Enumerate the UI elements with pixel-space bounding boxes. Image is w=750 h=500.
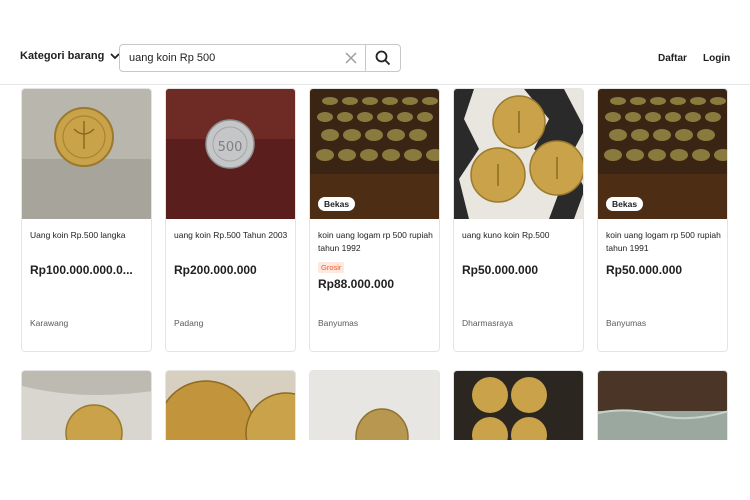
- listing-card[interactable]: Bekas koin uang logam rp 500 rupiah tahu…: [597, 88, 728, 352]
- svg-text:500: 500: [218, 140, 243, 155]
- listing-title[interactable]: koin uang logam rp 500 rupiah tahun 1992: [318, 229, 434, 255]
- listing-photo[interactable]: [454, 371, 583, 440]
- listing-location: Banyumas: [606, 318, 647, 328]
- listing-title[interactable]: uang kuno koin Rp.500: [462, 229, 578, 242]
- listing-price: Rp100.000.000.0...: [30, 263, 133, 277]
- listing-price: Rp88.000.000: [318, 277, 395, 291]
- close-icon[interactable]: [337, 45, 365, 71]
- search-icon[interactable]: [365, 45, 400, 71]
- listing-location: Padang: [174, 318, 204, 328]
- listing-photo[interactable]: [310, 371, 439, 440]
- condition-badge: Bekas: [606, 197, 644, 211]
- top-header: Kategori barang uang koin Rp 500 Daftar …: [0, 0, 750, 84]
- listing-photo[interactable]: [454, 89, 583, 219]
- listing-title[interactable]: Uang koin Rp.500 langka: [30, 229, 146, 242]
- search-bar: uang koin Rp 500: [119, 44, 401, 72]
- listing-title[interactable]: koin uang logam rp 500 rupiah tahun 1991: [606, 229, 722, 255]
- listing-card[interactable]: [453, 370, 584, 440]
- listing-card[interactable]: [165, 370, 296, 440]
- listing-photo[interactable]: [22, 371, 151, 440]
- listing-price: Rp50.000.000: [606, 263, 683, 277]
- listing-card[interactable]: Bekas koin uang logam rp 500 rupiah tahu…: [309, 88, 440, 352]
- listing-photo[interactable]: [166, 371, 295, 440]
- listing-card[interactable]: [309, 370, 440, 440]
- listing-price: Rp200.000.000: [174, 263, 257, 277]
- listing-card[interactable]: uang kuno koin Rp.500 Rp50.000.000 Dharm…: [453, 88, 584, 352]
- listing-title[interactable]: uang koin Rp.500 Tahun 2003: [174, 229, 290, 242]
- listing-location: Banyumas: [318, 318, 359, 328]
- category-dropdown[interactable]: Kategori barang: [20, 50, 120, 62]
- listing-price: Rp50.000.000: [462, 263, 539, 277]
- listing-card[interactable]: [597, 370, 728, 440]
- header-divider: [0, 84, 750, 85]
- login-link[interactable]: Login: [703, 53, 730, 64]
- listing-location: Karawang: [30, 318, 69, 328]
- search-input[interactable]: uang koin Rp 500: [120, 52, 337, 64]
- listing-location: Dharmasraya: [462, 318, 514, 328]
- listing-photo[interactable]: [22, 89, 151, 219]
- listing-card[interactable]: Uang koin Rp.500 langka Rp100.000.000.0.…: [21, 88, 152, 352]
- wholesale-tag: Grosir: [318, 262, 345, 273]
- listing-photo[interactable]: [598, 371, 727, 440]
- condition-badge: Bekas: [318, 197, 356, 211]
- listing-card[interactable]: 500 uang koin Rp.500 Tahun 2003 Rp200.00…: [165, 88, 296, 352]
- listing-card[interactable]: [21, 370, 152, 440]
- category-label: Kategori barang: [20, 50, 105, 62]
- listing-photo[interactable]: 500: [166, 89, 295, 219]
- signup-link[interactable]: Daftar: [658, 53, 687, 64]
